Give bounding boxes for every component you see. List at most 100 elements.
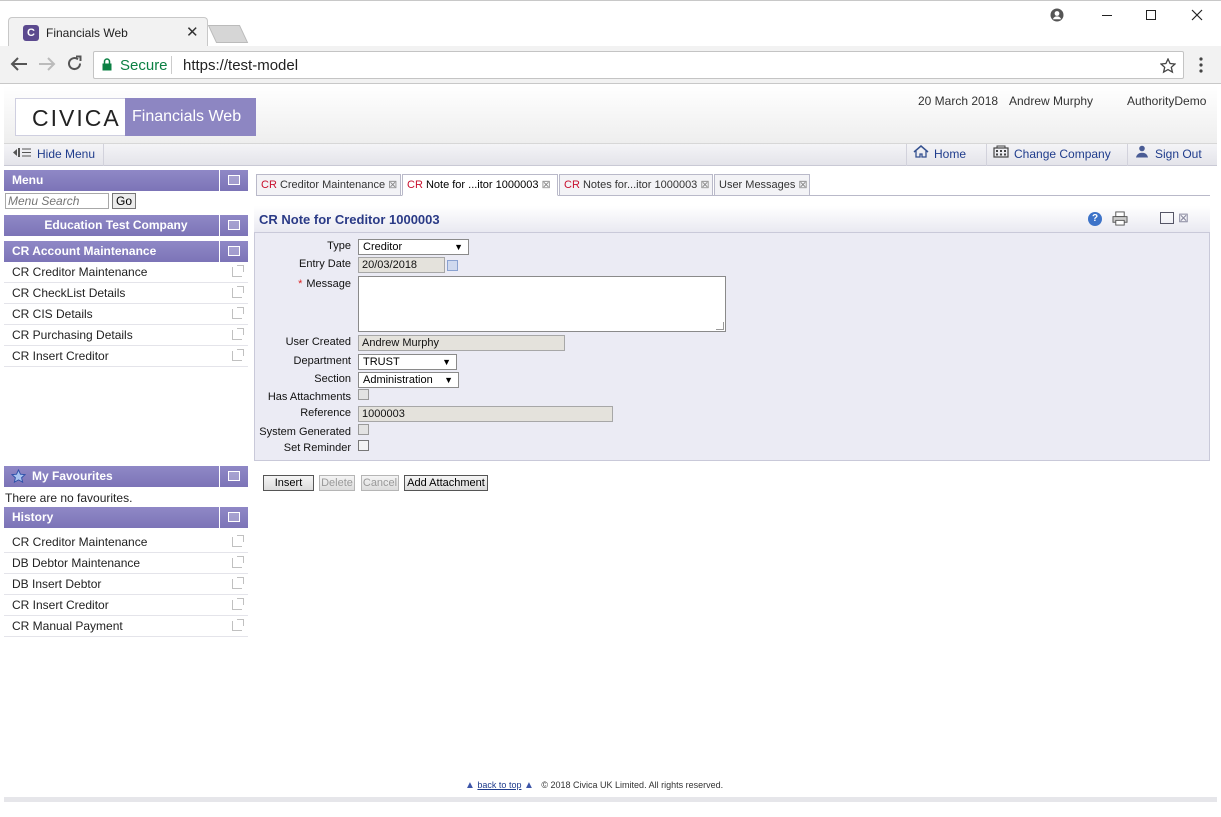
history-item[interactable]: CR Creditor Maintenance — [4, 532, 248, 553]
open-external-icon[interactable] — [232, 307, 244, 319]
favourites-empty-text: There are no favourites. — [5, 491, 133, 505]
history-item-label: CR Manual Payment — [12, 619, 123, 633]
secure-label: Secure — [120, 57, 168, 74]
dropdown-arrow-icon: ▼ — [454, 242, 463, 252]
hide-menu-button[interactable]: Hide Menu — [12, 144, 105, 166]
insert-button[interactable]: Insert — [263, 475, 314, 491]
open-external-icon[interactable] — [232, 265, 244, 277]
favourites-toggle-button[interactable] — [219, 466, 248, 487]
required-marker: * — [298, 278, 303, 290]
sign-out-button[interactable]: Sign Out — [1127, 144, 1202, 166]
account-maintenance-toggle-button[interactable] — [219, 241, 248, 262]
forward-arrow-icon[interactable] — [38, 56, 56, 72]
account-maintenance-title: CR Account Maintenance — [12, 244, 157, 258]
open-external-icon[interactable] — [232, 286, 244, 298]
history-item[interactable]: DB Insert Debtor — [4, 574, 248, 595]
company-name: Education Test Company — [44, 218, 188, 232]
tab-close-icon[interactable]: ✕ — [186, 23, 199, 41]
calendar-icon[interactable] — [447, 260, 458, 271]
sidebar-item-label: CR CheckList Details — [12, 286, 126, 300]
menu-search-go-button[interactable]: Go — [112, 193, 136, 209]
tab-notes-for-creditor[interactable]: CR Notes for...itor 1000003 ⊠ — [559, 174, 713, 196]
tab-label: User Messages — [719, 179, 796, 191]
browser-menu-icon[interactable] — [1199, 57, 1203, 73]
entry-date-field[interactable]: 20/03/2018 — [358, 257, 445, 273]
close-window-icon[interactable] — [1191, 9, 1203, 21]
tab-prefix: CR — [407, 179, 423, 191]
up-arrow-icon: ▲ — [465, 780, 475, 791]
menu-panel-toggle-button[interactable] — [219, 170, 248, 191]
content-tabstrip: CR Creditor Maintenance ⊠ CR Note for ...… — [256, 174, 1210, 196]
set-reminder-label: Set Reminder — [283, 442, 351, 454]
change-company-button[interactable]: Change Company — [986, 144, 1111, 166]
tab-creditor-maintenance[interactable]: CR Creditor Maintenance ⊠ — [256, 174, 401, 196]
has-attachments-checkbox — [358, 389, 369, 400]
department-select[interactable]: TRUST ▼ — [358, 354, 457, 370]
reload-icon[interactable] — [66, 55, 83, 72]
bookmark-star-icon[interactable] — [1160, 58, 1176, 74]
panel-toggle-icon — [228, 512, 240, 522]
dropdown-arrow-icon: ▼ — [444, 375, 453, 385]
help-icon[interactable]: ? — [1088, 212, 1102, 226]
add-attachment-button[interactable]: Add Attachment — [404, 475, 488, 491]
minimize-icon[interactable] — [1101, 9, 1113, 21]
browser-tab[interactable]: C Financials Web ✕ — [8, 17, 208, 47]
sidebar-item-creditor-maintenance[interactable]: CR Creditor Maintenance — [4, 262, 248, 283]
tab-user-messages[interactable]: User Messages ⊠ — [714, 174, 810, 196]
set-reminder-checkbox[interactable] — [358, 440, 369, 451]
type-select[interactable]: Creditor ▼ — [358, 239, 469, 255]
panel-toggle-icon — [228, 220, 240, 230]
tab-label: Note for ...itor 1000003 — [425, 179, 539, 191]
restore-window-icon[interactable] — [1160, 212, 1174, 224]
header-date: 20 March 2018 — [918, 94, 999, 108]
back-to-top-link[interactable]: back to top — [477, 780, 521, 790]
new-tab-button[interactable] — [207, 25, 249, 43]
app-menubar: Hide Menu Home Change Company Sign Out — [4, 144, 1217, 166]
back-arrow-icon[interactable] — [10, 56, 28, 72]
sidebar-item-insert-creditor[interactable]: CR Insert Creditor — [4, 346, 248, 367]
logo-text: CIVICA — [32, 105, 121, 131]
open-external-icon[interactable] — [232, 619, 244, 631]
history-toggle-button[interactable] — [219, 507, 248, 528]
menu-search-input[interactable] — [5, 193, 109, 209]
open-external-icon[interactable] — [232, 328, 244, 340]
message-textarea[interactable] — [358, 276, 726, 332]
open-external-icon[interactable] — [232, 535, 244, 547]
sidebar-item-label: CR CIS Details — [12, 307, 93, 321]
address-bar[interactable]: Secure https://test-model — [93, 51, 1184, 79]
history-title: History — [12, 510, 54, 524]
tab-close-icon[interactable]: ⊠ — [700, 179, 709, 191]
sidebar-item-purchasing-details[interactable]: CR Purchasing Details — [4, 325, 248, 346]
bottom-divider — [4, 797, 1217, 802]
sidebar-item-checklist-details[interactable]: CR CheckList Details — [4, 283, 248, 304]
history-item[interactable]: DB Debtor Maintenance — [4, 553, 248, 574]
open-external-icon[interactable] — [232, 577, 244, 589]
profile-icon[interactable] — [1050, 8, 1064, 22]
user-created-field: Andrew Murphy — [358, 335, 565, 351]
section-select[interactable]: Administration ▼ — [358, 372, 459, 388]
print-icon[interactable] — [1112, 211, 1128, 226]
favourites-title: My Favourites — [32, 469, 113, 483]
history-item[interactable]: CR Insert Creditor — [4, 595, 248, 616]
change-company-label: Change Company — [1014, 147, 1111, 161]
close-form-icon[interactable]: ⊠ — [1178, 210, 1189, 226]
open-external-icon[interactable] — [232, 556, 244, 568]
sidebar-item-cis-details[interactable]: CR CIS Details — [4, 304, 248, 325]
star-icon — [11, 469, 26, 484]
tab-close-icon[interactable]: ⊠ — [541, 179, 550, 191]
tab-note-for-creditor[interactable]: CR Note for ...itor 1000003 ⊠ — [402, 174, 558, 196]
history-item[interactable]: CR Manual Payment — [4, 616, 248, 637]
app-header: CIVICA Financials Web 20 March 2018 Andr… — [4, 86, 1217, 144]
maximize-icon[interactable] — [1145, 9, 1157, 21]
hide-menu-label: Hide Menu — [37, 147, 96, 161]
history-item-label: CR Insert Creditor — [12, 598, 109, 612]
company-panel-toggle-button[interactable] — [219, 215, 248, 236]
open-external-icon[interactable] — [232, 349, 244, 361]
entry-date-label: Entry Date — [299, 258, 351, 270]
tab-close-icon[interactable]: ⊠ — [798, 179, 807, 191]
url-text[interactable]: https://test-model — [183, 57, 298, 74]
open-external-icon[interactable] — [232, 598, 244, 610]
header-user: Andrew Murphy — [1009, 94, 1094, 108]
tab-close-icon[interactable]: ⊠ — [388, 179, 397, 191]
home-button[interactable]: Home — [906, 144, 966, 166]
